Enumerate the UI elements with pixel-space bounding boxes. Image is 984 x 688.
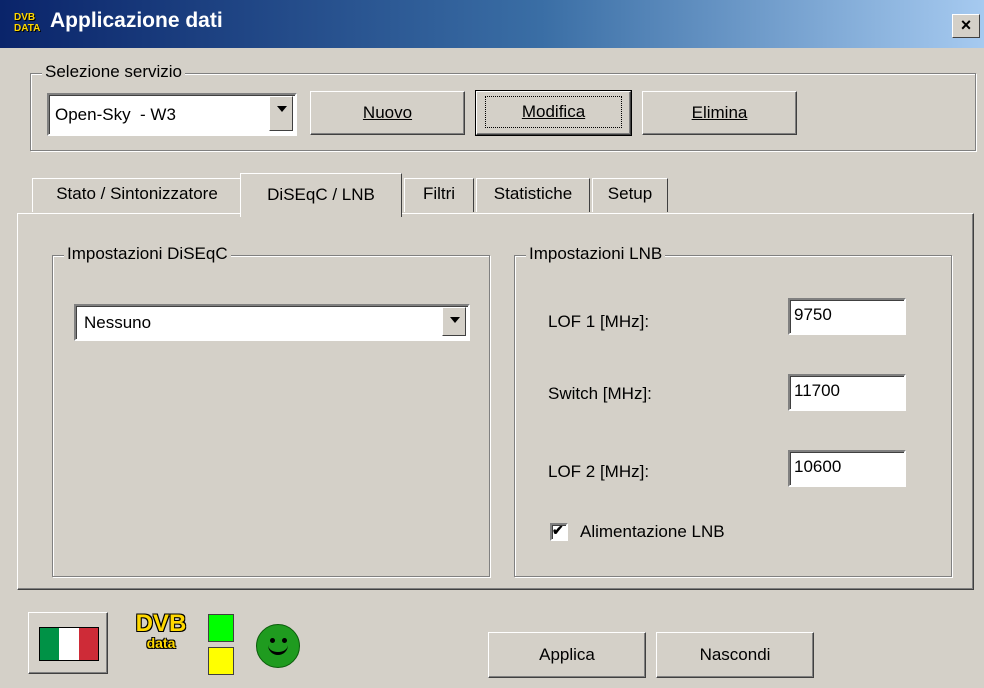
edit-button[interactable]: Modifica xyxy=(475,90,632,136)
lof1-field[interactable]: 9750 xyxy=(788,298,906,335)
status-led-yellow xyxy=(208,647,234,675)
service-combobox[interactable]: Open-Sky - W3 xyxy=(47,93,297,136)
new-button[interactable]: Nuovo xyxy=(310,91,465,135)
tab-stato-sintonizzatore[interactable]: Stato / Sintonizzatore xyxy=(32,178,242,212)
tab-filtri[interactable]: Filtri xyxy=(404,178,474,212)
lof2-value: 10600 xyxy=(794,457,842,476)
diseqc-combobox-value: Nessuno xyxy=(84,313,152,332)
service-combobox-value: Open-Sky - W3 xyxy=(55,105,176,124)
lof1-value: 9750 xyxy=(794,305,832,324)
check-icon: ✔ xyxy=(552,522,564,538)
language-flag-button[interactable] xyxy=(28,612,108,674)
chevron-down-icon[interactable] xyxy=(442,307,466,336)
service-group-label: Selezione servizio xyxy=(42,62,186,82)
diseqc-group-label: Impostazioni DiSEqC xyxy=(64,244,231,264)
lnb-power-checkbox[interactable]: ✔ xyxy=(550,522,568,541)
switch-value: 11700 xyxy=(794,381,841,400)
tab-statistiche[interactable]: Statistiche xyxy=(476,178,590,212)
dvb-data-logo: DVB data xyxy=(135,610,187,651)
diseqc-combobox[interactable]: Nessuno xyxy=(74,304,470,341)
tab-diseqc-lnb[interactable]: DiSEqC / LNB xyxy=(240,173,402,217)
chevron-down-icon[interactable] xyxy=(269,96,293,131)
lnb-power-label[interactable]: Alimentazione LNB xyxy=(580,522,725,542)
title-bar[interactable]: DVB DATA Applicazione dati × xyxy=(0,0,984,48)
lnb-group-label: Impostazioni LNB xyxy=(526,244,666,264)
apply-button[interactable]: Applica xyxy=(488,632,646,678)
lof2-field[interactable]: 10600 xyxy=(788,450,906,487)
close-button[interactable]: × xyxy=(952,14,980,38)
switch-field[interactable]: 11700 xyxy=(788,374,906,411)
status-led-green xyxy=(208,614,234,642)
window-title: Applicazione dati xyxy=(50,9,223,32)
lof1-label: LOF 1 [MHz]: xyxy=(548,312,650,331)
italy-flag-icon xyxy=(39,627,99,661)
delete-button[interactable]: Elimina xyxy=(642,91,797,135)
tab-setup[interactable]: Setup xyxy=(592,178,668,212)
switch-label: Switch [MHz]: xyxy=(548,384,652,403)
lof2-label: LOF 2 [MHz]: xyxy=(548,462,650,481)
smiley-icon xyxy=(256,624,300,668)
hide-button[interactable]: Nascondi xyxy=(656,632,814,678)
focus-ring: Modifica xyxy=(484,96,623,128)
app-icon: DVB DATA xyxy=(14,12,41,34)
